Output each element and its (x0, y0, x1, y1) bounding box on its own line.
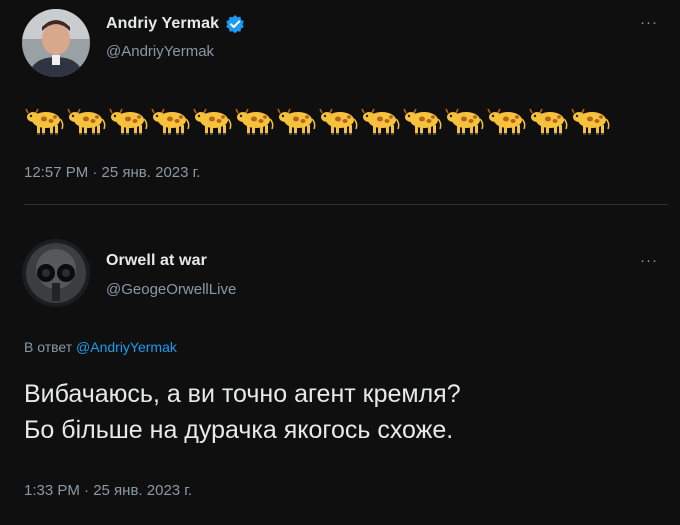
cow-emoji (192, 107, 234, 137)
author-row: Orwell at war (106, 252, 207, 270)
more-options-icon[interactable]: ··· (640, 14, 658, 31)
author-row: Andriy Yermak (106, 14, 245, 34)
cow-emoji (570, 107, 612, 137)
cow-emoji (444, 107, 486, 137)
tweet-text-line-1: Вибачаюсь, а ви точно агент кремля? (24, 380, 461, 408)
timestamp[interactable]: 12:57 PM · 25 янв. 2023 г. (24, 164, 200, 181)
avatar[interactable] (22, 239, 90, 307)
avatar-image (22, 9, 90, 77)
avatar-image (22, 239, 90, 307)
cow-emoji (276, 107, 318, 137)
cow-emoji (24, 107, 66, 137)
display-name[interactable]: Andriy Yermak (106, 15, 219, 33)
tweet-body: Вибачаюсь, а ви точно агент кремля? Бо б… (24, 376, 644, 448)
tweet-text-line-2: Бо більше на дурачка якогось схоже. (24, 416, 454, 444)
cow-emoji (486, 107, 528, 137)
verified-badge-icon (225, 14, 245, 34)
cow-emoji (108, 107, 150, 137)
tweet-reply: Orwell at war @GeogeOrwellLive ··· В отв… (0, 206, 680, 525)
cow-emoji (528, 107, 570, 137)
reply-context: В ответ @AndriyYermak (24, 339, 177, 355)
display-name[interactable]: Orwell at war (106, 252, 207, 270)
tweet-body (24, 107, 612, 137)
cow-emoji (318, 107, 360, 137)
handle[interactable]: @GeogeOrwellLive (106, 281, 236, 298)
avatar[interactable] (22, 9, 90, 77)
divider (24, 204, 668, 205)
handle[interactable]: @AndriyYermak (106, 43, 214, 60)
cow-emoji (234, 107, 276, 137)
reply-mention-link[interactable]: @AndriyYermak (76, 339, 177, 355)
timestamp[interactable]: 1:33 PM · 25 янв. 2023 г. (24, 482, 192, 499)
cow-emoji (150, 107, 192, 137)
cow-emoji (360, 107, 402, 137)
cow-emoji (402, 107, 444, 137)
tweet-original: Andriy Yermak @AndriyYermak ··· 12:57 PM… (0, 0, 680, 205)
cow-emoji (66, 107, 108, 137)
reply-prefix: В ответ (24, 339, 73, 355)
more-options-icon[interactable]: ··· (640, 252, 658, 269)
